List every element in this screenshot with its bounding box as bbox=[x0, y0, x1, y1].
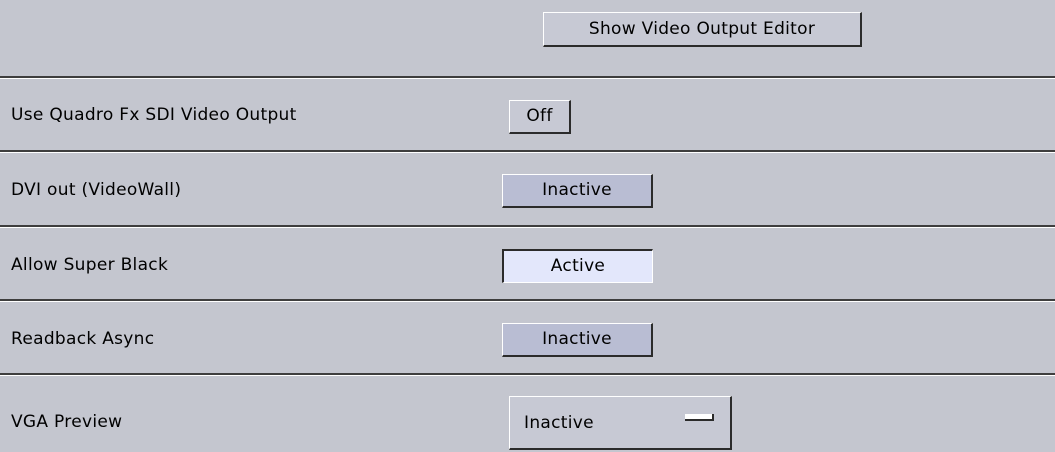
setting-label-readback-async: Readback Async bbox=[11, 329, 155, 349]
setting-label-quadro-sdi: Use Quadro Fx SDI Video Output bbox=[11, 105, 297, 125]
setting-row-vga-preview: VGA Preview Inactive bbox=[0, 376, 1055, 452]
vga-preview-dropdown[interactable]: Inactive bbox=[509, 396, 732, 450]
dvi-out-toggle-button[interactable]: Inactive bbox=[502, 174, 653, 208]
setting-label-dvi-out: DVI out (VideoWall) bbox=[11, 180, 182, 200]
show-video-output-editor-button[interactable]: Show Video Output Editor bbox=[543, 12, 862, 47]
dropdown-indicator-icon bbox=[685, 414, 714, 421]
setting-label-allow-super-black: Allow Super Black bbox=[11, 255, 169, 275]
setting-row-readback-async: Readback Async Inactive bbox=[0, 302, 1055, 373]
quadro-sdi-toggle-button[interactable]: Off bbox=[509, 100, 571, 134]
editor-button-row: Show Video Output Editor bbox=[0, 0, 1055, 76]
readback-async-toggle-button[interactable]: Inactive bbox=[502, 323, 653, 357]
setting-row-quadro-sdi: Use Quadro Fx SDI Video Output Off bbox=[0, 79, 1055, 150]
setting-row-allow-super-black: Allow Super Black Active bbox=[0, 228, 1055, 299]
video-output-settings-panel: Show Video Output Editor Use Quadro Fx S… bbox=[0, 0, 1055, 452]
vga-preview-selected-value: Inactive bbox=[524, 413, 594, 433]
allow-super-black-toggle-button[interactable]: Active bbox=[502, 249, 653, 283]
setting-label-vga-preview: VGA Preview bbox=[11, 412, 123, 432]
setting-row-dvi-out: DVI out (VideoWall) Inactive bbox=[0, 153, 1055, 225]
